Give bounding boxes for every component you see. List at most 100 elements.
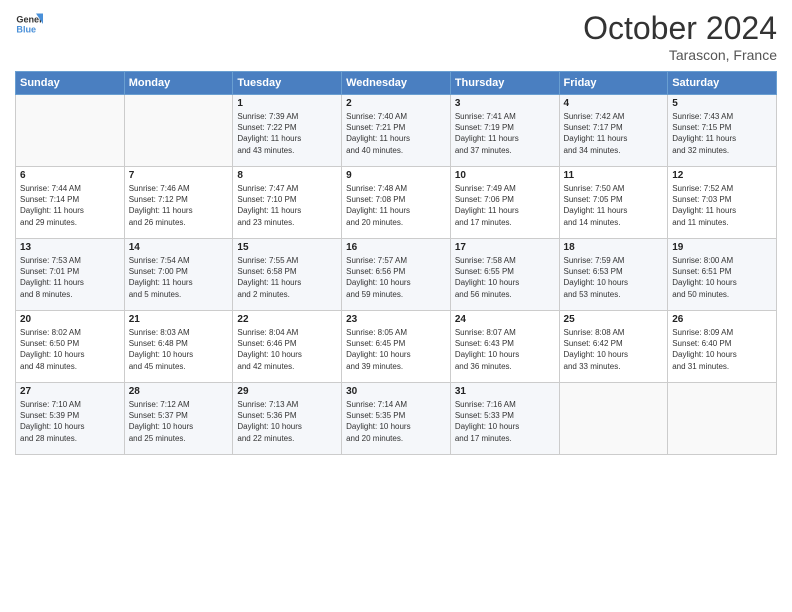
calendar-cell: 23 Sunrise: 8:05 AM Sunset: 6:45 PM Dayli… bbox=[342, 311, 451, 383]
calendar-cell: 3 Sunrise: 7:41 AM Sunset: 7:19 PM Daylig… bbox=[450, 95, 559, 167]
day-info: Sunrise: 8:02 AM Sunset: 6:50 PM Dayligh… bbox=[20, 327, 120, 372]
calendar-cell: 6 Sunrise: 7:44 AM Sunset: 7:14 PM Daylig… bbox=[16, 167, 125, 239]
calendar-cell: 8 Sunrise: 7:47 AM Sunset: 7:10 PM Daylig… bbox=[233, 167, 342, 239]
day-info: Sunrise: 7:54 AM Sunset: 7:00 PM Dayligh… bbox=[129, 255, 229, 300]
calendar-week-2: 6 Sunrise: 7:44 AM Sunset: 7:14 PM Daylig… bbox=[16, 167, 777, 239]
calendar-cell: 14 Sunrise: 7:54 AM Sunset: 7:00 PM Dayli… bbox=[124, 239, 233, 311]
calendar-cell: 16 Sunrise: 7:57 AM Sunset: 6:56 PM Dayli… bbox=[342, 239, 451, 311]
day-info: Sunrise: 8:05 AM Sunset: 6:45 PM Dayligh… bbox=[346, 327, 446, 372]
col-friday: Friday bbox=[559, 72, 668, 95]
day-info: Sunrise: 7:41 AM Sunset: 7:19 PM Dayligh… bbox=[455, 111, 555, 156]
col-monday: Monday bbox=[124, 72, 233, 95]
day-info: Sunrise: 7:43 AM Sunset: 7:15 PM Dayligh… bbox=[672, 111, 772, 156]
day-number: 29 bbox=[237, 386, 337, 397]
header-row: Sunday Monday Tuesday Wednesday Thursday… bbox=[16, 72, 777, 95]
day-number: 17 bbox=[455, 242, 555, 253]
calendar-cell bbox=[559, 383, 668, 455]
day-info: Sunrise: 7:40 AM Sunset: 7:21 PM Dayligh… bbox=[346, 111, 446, 156]
day-number: 31 bbox=[455, 386, 555, 397]
calendar-cell bbox=[16, 95, 125, 167]
day-number: 19 bbox=[672, 242, 772, 253]
day-number: 26 bbox=[672, 314, 772, 325]
calendar-cell: 17 Sunrise: 7:58 AM Sunset: 6:55 PM Dayli… bbox=[450, 239, 559, 311]
day-info: Sunrise: 7:53 AM Sunset: 7:01 PM Dayligh… bbox=[20, 255, 120, 300]
day-number: 1 bbox=[237, 98, 337, 109]
day-info: Sunrise: 7:59 AM Sunset: 6:53 PM Dayligh… bbox=[564, 255, 664, 300]
day-number: 24 bbox=[455, 314, 555, 325]
day-info: Sunrise: 7:48 AM Sunset: 7:08 PM Dayligh… bbox=[346, 183, 446, 228]
day-info: Sunrise: 7:46 AM Sunset: 7:12 PM Dayligh… bbox=[129, 183, 229, 228]
calendar-cell: 2 Sunrise: 7:40 AM Sunset: 7:21 PM Daylig… bbox=[342, 95, 451, 167]
day-number: 9 bbox=[346, 170, 446, 181]
calendar-cell: 27 Sunrise: 7:10 AM Sunset: 5:39 PM Dayli… bbox=[16, 383, 125, 455]
calendar-cell: 18 Sunrise: 7:59 AM Sunset: 6:53 PM Dayli… bbox=[559, 239, 668, 311]
day-number: 13 bbox=[20, 242, 120, 253]
day-info: Sunrise: 7:55 AM Sunset: 6:58 PM Dayligh… bbox=[237, 255, 337, 300]
day-number: 28 bbox=[129, 386, 229, 397]
day-number: 22 bbox=[237, 314, 337, 325]
col-thursday: Thursday bbox=[450, 72, 559, 95]
day-number: 23 bbox=[346, 314, 446, 325]
calendar-cell: 15 Sunrise: 7:55 AM Sunset: 6:58 PM Dayli… bbox=[233, 239, 342, 311]
calendar-cell: 7 Sunrise: 7:46 AM Sunset: 7:12 PM Daylig… bbox=[124, 167, 233, 239]
day-info: Sunrise: 8:09 AM Sunset: 6:40 PM Dayligh… bbox=[672, 327, 772, 372]
calendar-week-3: 13 Sunrise: 7:53 AM Sunset: 7:01 PM Dayli… bbox=[16, 239, 777, 311]
day-number: 8 bbox=[237, 170, 337, 181]
day-info: Sunrise: 7:47 AM Sunset: 7:10 PM Dayligh… bbox=[237, 183, 337, 228]
calendar-cell: 12Sunrise: 7:52 AM Sunset: 7:03 PM Dayli… bbox=[668, 167, 777, 239]
calendar-cell: 20 Sunrise: 8:02 AM Sunset: 6:50 PM Dayli… bbox=[16, 311, 125, 383]
day-info: Sunrise: 8:03 AM Sunset: 6:48 PM Dayligh… bbox=[129, 327, 229, 372]
col-wednesday: Wednesday bbox=[342, 72, 451, 95]
calendar-cell: 25Sunrise: 8:08 AM Sunset: 6:42 PM Dayli… bbox=[559, 311, 668, 383]
logo-icon: General Blue bbox=[15, 10, 43, 38]
day-info: Sunrise: 7:39 AM Sunset: 7:22 PM Dayligh… bbox=[237, 111, 337, 156]
day-number: 14 bbox=[129, 242, 229, 253]
day-number: 2 bbox=[346, 98, 446, 109]
day-info: Sunrise: 7:49 AM Sunset: 7:06 PM Dayligh… bbox=[455, 183, 555, 228]
calendar-cell: 11 Sunrise: 7:50 AM Sunset: 7:05 PM Dayli… bbox=[559, 167, 668, 239]
day-number: 7 bbox=[129, 170, 229, 181]
calendar-cell: 26 Sunrise: 8:09 AM Sunset: 6:40 PM Dayli… bbox=[668, 311, 777, 383]
day-info: Sunrise: 7:44 AM Sunset: 7:14 PM Dayligh… bbox=[20, 183, 120, 228]
day-info: Sunrise: 8:04 AM Sunset: 6:46 PM Dayligh… bbox=[237, 327, 337, 372]
day-info: Sunrise: 7:57 AM Sunset: 6:56 PM Dayligh… bbox=[346, 255, 446, 300]
day-number: 5 bbox=[672, 98, 772, 109]
day-number: 18 bbox=[564, 242, 664, 253]
day-number: 10 bbox=[455, 170, 555, 181]
calendar-week-1: 1 Sunrise: 7:39 AM Sunset: 7:22 PM Daylig… bbox=[16, 95, 777, 167]
day-number: 21 bbox=[129, 314, 229, 325]
day-number: 15 bbox=[237, 242, 337, 253]
day-number: 20 bbox=[20, 314, 120, 325]
day-info: Sunrise: 7:12 AM Sunset: 5:37 PM Dayligh… bbox=[129, 399, 229, 444]
day-info: Sunrise: 7:52 AM Sunset: 7:03 PM Dayligh… bbox=[672, 183, 772, 228]
day-info: Sunrise: 7:10 AM Sunset: 5:39 PM Dayligh… bbox=[20, 399, 120, 444]
day-number: 6 bbox=[20, 170, 120, 181]
calendar-cell: 4Sunrise: 7:42 AM Sunset: 7:17 PM Daylig… bbox=[559, 95, 668, 167]
svg-text:Blue: Blue bbox=[16, 24, 36, 34]
day-number: 3 bbox=[455, 98, 555, 109]
col-tuesday: Tuesday bbox=[233, 72, 342, 95]
calendar-cell: 30Sunrise: 7:14 AM Sunset: 5:35 PM Dayli… bbox=[342, 383, 451, 455]
day-info: Sunrise: 7:16 AM Sunset: 5:33 PM Dayligh… bbox=[455, 399, 555, 444]
calendar-cell: 10 Sunrise: 7:49 AM Sunset: 7:06 PM Dayli… bbox=[450, 167, 559, 239]
day-number: 25 bbox=[564, 314, 664, 325]
col-sunday: Sunday bbox=[16, 72, 125, 95]
day-info: Sunrise: 7:14 AM Sunset: 5:35 PM Dayligh… bbox=[346, 399, 446, 444]
calendar-cell: 22 Sunrise: 8:04 AM Sunset: 6:46 PM Dayli… bbox=[233, 311, 342, 383]
day-info: Sunrise: 7:50 AM Sunset: 7:05 PM Dayligh… bbox=[564, 183, 664, 228]
page: General Blue October 2024 Tarascon, Fran… bbox=[0, 0, 792, 612]
calendar-table: Sunday Monday Tuesday Wednesday Thursday… bbox=[15, 71, 777, 455]
day-info: Sunrise: 7:13 AM Sunset: 5:36 PM Dayligh… bbox=[237, 399, 337, 444]
day-info: Sunrise: 7:42 AM Sunset: 7:17 PM Dayligh… bbox=[564, 111, 664, 156]
month-title: October 2024 bbox=[583, 10, 777, 47]
calendar-cell: 9 Sunrise: 7:48 AM Sunset: 7:08 PM Daylig… bbox=[342, 167, 451, 239]
calendar-cell: 24Sunrise: 8:07 AM Sunset: 6:43 PM Dayli… bbox=[450, 311, 559, 383]
day-number: 27 bbox=[20, 386, 120, 397]
day-info: Sunrise: 7:58 AM Sunset: 6:55 PM Dayligh… bbox=[455, 255, 555, 300]
day-number: 16 bbox=[346, 242, 446, 253]
calendar-cell bbox=[124, 95, 233, 167]
calendar-cell: 5 Sunrise: 7:43 AM Sunset: 7:15 PM Daylig… bbox=[668, 95, 777, 167]
calendar-cell: 29 Sunrise: 7:13 AM Sunset: 5:36 PM Dayli… bbox=[233, 383, 342, 455]
logo: General Blue bbox=[15, 10, 47, 38]
day-number: 11 bbox=[564, 170, 664, 181]
